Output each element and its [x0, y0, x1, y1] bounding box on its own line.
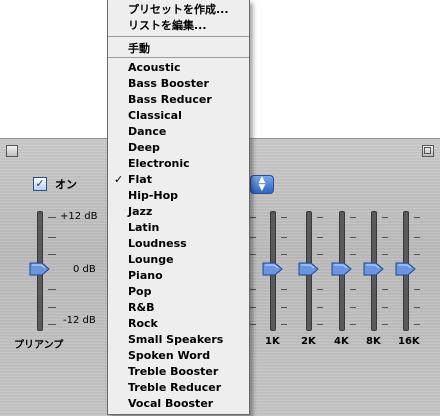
preset-menu: プリセットを作成... リストを編集... 手動 Acoustic Bass Bo…: [107, 0, 250, 415]
window-close-button[interactable]: [6, 145, 18, 157]
menu-item-preset[interactable]: Loudness: [128, 237, 187, 250]
db-top-label: +12 dB: [60, 211, 98, 222]
menu-item-preset[interactable]: Pop: [128, 285, 152, 298]
band-frequency-label: 4K: [334, 336, 349, 347]
menu-separator: [108, 36, 249, 37]
db-bottom-label: -12 dB: [63, 315, 96, 326]
menu-separator: [108, 57, 249, 58]
band-frequency-label: 8K: [366, 336, 381, 347]
up-down-arrows-icon: ▲ ▼: [258, 175, 266, 193]
eq-on-checkbox[interactable]: ✓: [33, 177, 47, 191]
window-zoom-button[interactable]: [422, 145, 434, 157]
menu-item-preset[interactable]: Treble Booster: [128, 365, 218, 378]
menu-item-preset[interactable]: Classical: [128, 109, 182, 122]
band-frequency-label: 2K: [301, 336, 316, 347]
menu-item-preset[interactable]: Electronic: [128, 157, 190, 170]
menu-item-preset[interactable]: Latin: [128, 221, 159, 234]
menu-item-preset[interactable]: Dance: [128, 125, 166, 138]
menu-item-preset[interactable]: Bass Booster: [128, 77, 209, 90]
menu-item-preset[interactable]: Small Speakers: [128, 333, 223, 346]
menu-item-preset[interactable]: Vocal Booster: [128, 397, 213, 410]
menu-item-preset[interactable]: R&B: [128, 301, 154, 314]
menu-item-preset[interactable]: Treble Reducer: [128, 381, 221, 394]
eq-on-label: オン: [55, 178, 77, 191]
checkmark-icon: ✓: [114, 173, 124, 186]
menu-item-preset[interactable]: Spoken Word: [128, 349, 210, 362]
menu-item-preset[interactable]: Rock: [128, 317, 158, 330]
menu-item-edit-list[interactable]: リストを編集...: [128, 17, 207, 33]
band-frequency-label: 1K: [265, 336, 280, 347]
band-frequency-label: 16K: [398, 336, 420, 347]
menu-item-preset[interactable]: Piano: [128, 269, 163, 282]
menu-item-preset[interactable]: Hip-Hop: [128, 189, 178, 202]
menu-item-manual[interactable]: 手動: [128, 40, 150, 56]
preset-popup-button[interactable]: ▲ ▼: [250, 175, 274, 194]
db-mid-label: 0 dB: [73, 264, 96, 275]
menu-item-preset[interactable]: Bass Reducer: [128, 93, 212, 106]
menu-item-preset[interactable]: Flat: [128, 173, 152, 186]
menu-item-create-preset[interactable]: プリセットを作成...: [128, 1, 229, 17]
menu-item-preset[interactable]: Jazz: [128, 205, 152, 218]
menu-item-preset[interactable]: Acoustic: [128, 61, 181, 74]
menu-item-preset[interactable]: Deep: [128, 141, 160, 154]
menu-item-preset[interactable]: Lounge: [128, 253, 174, 266]
preamp-label: プリアンプ: [14, 340, 64, 351]
